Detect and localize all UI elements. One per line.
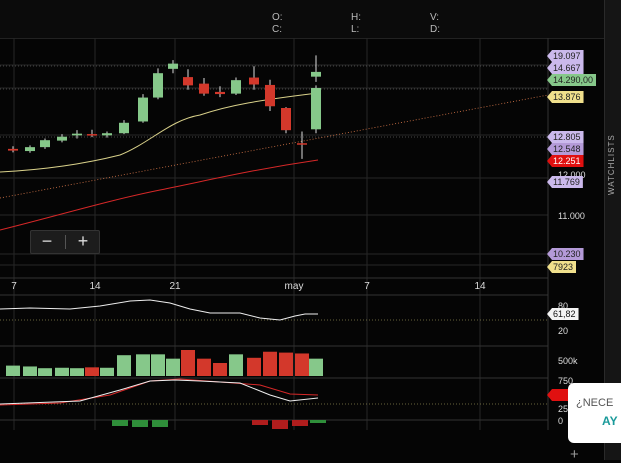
macd-histogram-bar bbox=[310, 420, 326, 423]
macd-histogram-bar bbox=[112, 420, 128, 426]
candle-body bbox=[215, 91, 225, 95]
macd-histogram-bar bbox=[152, 420, 168, 427]
volume-bar bbox=[247, 357, 261, 376]
add-indicator-icon[interactable]: + bbox=[570, 446, 579, 463]
price-tag: 19.097 bbox=[547, 50, 584, 62]
price-tag: 12.805 bbox=[547, 131, 584, 143]
candle-body bbox=[102, 133, 112, 136]
macd-signal-line bbox=[0, 378, 319, 406]
help-popup-title: AY bbox=[602, 414, 618, 428]
candle-body bbox=[168, 63, 178, 69]
candle-body bbox=[297, 143, 307, 145]
volume-bar bbox=[70, 368, 84, 376]
candle-body bbox=[153, 73, 163, 98]
zoom-divider bbox=[65, 235, 66, 249]
volume-bar bbox=[309, 359, 323, 376]
macd-histogram-bar bbox=[252, 420, 268, 425]
price-tag: 7923 bbox=[547, 261, 577, 273]
rsi-line bbox=[0, 299, 318, 321]
volume-bar bbox=[38, 368, 52, 376]
candle-body bbox=[138, 97, 148, 122]
candle-body bbox=[40, 140, 50, 148]
x-axis-label: 7 bbox=[11, 281, 17, 292]
trend-line bbox=[0, 94, 549, 199]
macd-line bbox=[0, 379, 319, 405]
volume-bar bbox=[117, 355, 131, 376]
sma-slow-line bbox=[0, 159, 319, 231]
zoom-control: − + bbox=[30, 230, 100, 254]
price-tag: 10.230 bbox=[547, 248, 584, 260]
candle-body bbox=[72, 133, 82, 136]
macd-histogram-bar bbox=[272, 420, 288, 429]
help-popup-text: ¿NECE bbox=[576, 397, 614, 409]
help-popup[interactable]: ¿NECE AY bbox=[568, 383, 621, 443]
candle-body bbox=[249, 77, 259, 85]
volume-bar bbox=[213, 363, 227, 376]
candle-body bbox=[57, 136, 67, 141]
volume-bar bbox=[136, 354, 150, 376]
watchlists-tab[interactable]: WATCHLISTS bbox=[607, 125, 619, 195]
price-tag: 14.667 bbox=[547, 62, 584, 74]
candle-body bbox=[281, 107, 291, 131]
price-tag: 12.251 bbox=[547, 155, 584, 167]
candle-body bbox=[231, 80, 241, 94]
price-axis-label: 11.000 bbox=[558, 211, 585, 221]
candle-body bbox=[119, 122, 129, 134]
candle-body bbox=[311, 71, 321, 77]
volume-bar bbox=[197, 358, 211, 376]
price-tag: 14.290,00 bbox=[547, 74, 597, 86]
candle-body bbox=[87, 134, 97, 136]
volume-bar bbox=[55, 367, 69, 376]
price-tag: 12.548 bbox=[547, 143, 584, 155]
candle-body bbox=[265, 84, 275, 107]
volume-bar bbox=[263, 351, 277, 376]
volume-bar bbox=[295, 353, 309, 376]
candle-body bbox=[8, 148, 18, 151]
macd-axis-label: 0 bbox=[558, 416, 563, 426]
price-tag: 13.876 bbox=[547, 91, 584, 103]
volume-bar bbox=[6, 365, 20, 376]
x-axis-label: 14 bbox=[474, 281, 486, 292]
volume-bar bbox=[100, 367, 114, 376]
candle-body bbox=[311, 87, 321, 130]
volume-axis-label: 500k bbox=[558, 356, 578, 366]
x-axis-label: may bbox=[285, 281, 304, 292]
zoom-out-button[interactable]: − bbox=[31, 231, 63, 253]
volume-bar bbox=[181, 350, 195, 376]
candle-body bbox=[199, 83, 209, 94]
volume-bar bbox=[279, 352, 293, 376]
candle-body bbox=[183, 77, 193, 86]
x-axis-label: 14 bbox=[89, 281, 101, 292]
rsi-axis-label: 20 bbox=[558, 326, 568, 336]
price-tag: 11.769 bbox=[547, 176, 583, 188]
volume-bar bbox=[229, 354, 243, 376]
volume-bar bbox=[23, 366, 37, 376]
zoom-in-button[interactable]: + bbox=[67, 231, 99, 253]
macd-histogram-bar bbox=[132, 420, 148, 427]
candle-body bbox=[25, 147, 35, 152]
volume-bar bbox=[85, 367, 99, 376]
rsi-value-tag: 61,82 bbox=[547, 308, 579, 320]
macd-histogram-bar bbox=[292, 420, 308, 426]
x-axis-label: 21 bbox=[169, 281, 181, 292]
volume-bar bbox=[166, 358, 180, 376]
volume-bar bbox=[151, 354, 165, 376]
x-axis-label: 7 bbox=[364, 281, 370, 292]
